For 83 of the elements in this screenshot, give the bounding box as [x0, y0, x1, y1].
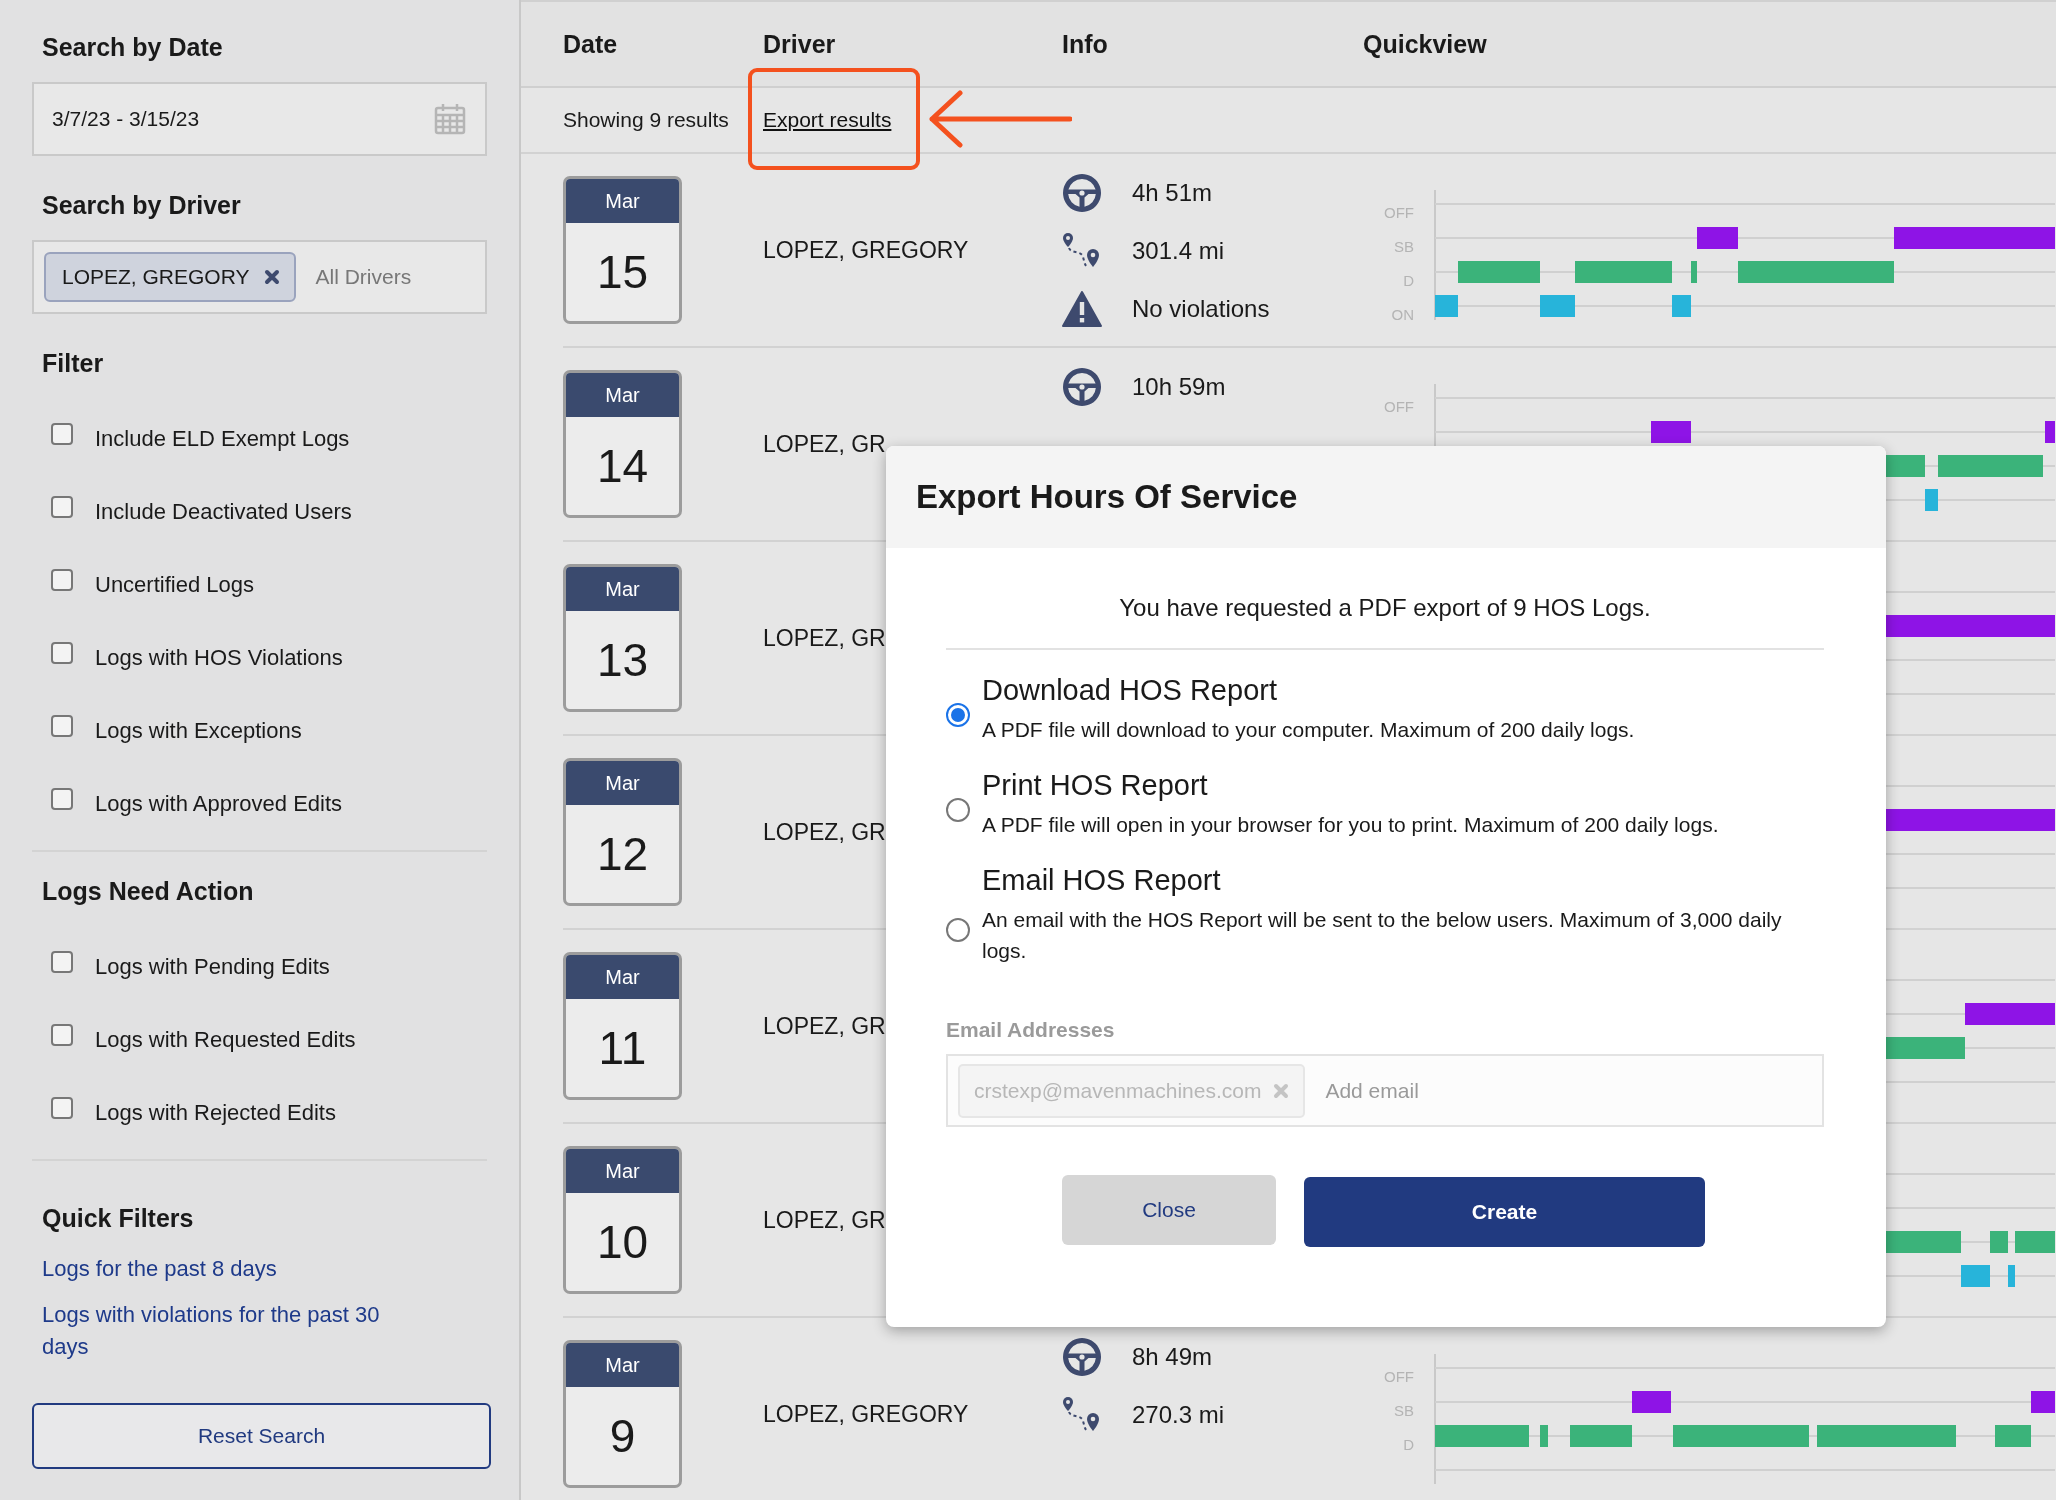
driver-name: LOPEZ, GREGORY — [763, 1400, 969, 1427]
month-label: Mar — [566, 1149, 679, 1193]
quick-filter-link[interactable]: Logs for the past 8 days — [42, 1253, 422, 1285]
day-number: 12 — [595, 827, 650, 882]
close-button[interactable]: Close — [1062, 1175, 1276, 1245]
driver-name: LOPEZ, GR — [763, 624, 886, 651]
day-number: 9 — [608, 1409, 637, 1464]
month-label: Mar — [566, 179, 679, 223]
section-heading: Quick Filters — [42, 1203, 195, 1234]
column-header: Info — [1062, 29, 1109, 59]
driver-name: LOPEZ, GR — [763, 430, 886, 457]
day-number: 13 — [595, 633, 650, 688]
checkbox-label[interactable]: Logs with Pending Edits — [95, 953, 330, 980]
checkbox[interactable] — [51, 1023, 73, 1046]
checkbox[interactable] — [51, 1096, 73, 1119]
checkbox[interactable] — [51, 568, 73, 591]
checkbox[interactable] — [51, 495, 73, 518]
radio-button[interactable] — [946, 918, 970, 942]
distance: 301.4 mi — [1132, 237, 1225, 265]
driver-chip[interactable]: LOPEZ, GREGORY — [44, 252, 296, 302]
column-header: Quickview — [1363, 29, 1488, 59]
radio-button[interactable] — [946, 798, 970, 822]
checkbox[interactable] — [51, 422, 73, 445]
distance: 270.3 mi — [1132, 1401, 1225, 1429]
checkbox-label[interactable]: Uncertified Logs — [95, 571, 254, 598]
checkbox-label[interactable]: Logs with HOS Violations — [95, 644, 343, 671]
violations-status: No violations — [1132, 295, 1270, 323]
checkbox-label[interactable]: Logs with Rejected Edits — [95, 1099, 336, 1126]
month-label: Mar — [566, 567, 679, 611]
remove-icon[interactable] — [263, 269, 280, 285]
drive-time: 8h 49m — [1132, 1343, 1213, 1371]
driver-name: LOPEZ, GR — [763, 818, 886, 845]
section-heading: Filter — [42, 348, 105, 379]
driver-name: LOPEZ, GR — [763, 1012, 886, 1039]
quick-filter-link[interactable]: Logs with violations for the past 30 days — [42, 1299, 422, 1363]
day-number: 11 — [597, 1021, 648, 1076]
checkbox-label[interactable]: Include ELD Exempt Logs — [95, 425, 350, 452]
drive-time: 4h 51m — [1132, 179, 1213, 207]
dialog-title: Export Hours Of Service — [916, 478, 1298, 516]
placeholder-text: Add email — [1325, 1078, 1419, 1103]
steering-wheel-icon — [1062, 1337, 1102, 1377]
checkbox-label[interactable]: Logs with Requested Edits — [95, 1026, 356, 1053]
create-button[interactable]: Create — [1304, 1177, 1705, 1247]
checkbox[interactable] — [51, 787, 73, 810]
driver-name: LOPEZ, GR — [763, 1206, 886, 1233]
column-header: Date — [563, 29, 619, 59]
option-title[interactable]: Email HOS Report — [982, 862, 1824, 898]
checkbox-label[interactable]: Include Deactivated Users — [95, 498, 352, 525]
option-title[interactable]: Print HOS Report — [982, 767, 1719, 803]
export-summary: You have requested a PDF export of 9 HOS Logs. — [946, 594, 1824, 650]
result-count: Showing 9 results — [563, 108, 730, 132]
date-range-field[interactable]: 3/7/23 - 3/15/23 — [32, 82, 487, 156]
month-label: Mar — [566, 761, 679, 805]
checkbox[interactable] — [51, 641, 73, 664]
steering-wheel-icon — [1062, 367, 1102, 407]
warning-icon — [1062, 291, 1102, 327]
checkbox[interactable] — [51, 714, 73, 737]
placeholder-text: All Drivers — [315, 265, 412, 289]
section-heading: Logs Need Action — [42, 876, 255, 907]
driver-field[interactable]: LOPEZ, GREGORY All Drivers — [32, 240, 487, 314]
drive-time: 10h 59m — [1132, 373, 1226, 401]
column-header: Driver — [763, 29, 837, 59]
export-results-link[interactable]: Export results — [763, 108, 892, 132]
checkbox-label[interactable]: Logs with Exceptions — [95, 717, 302, 744]
month-label: Mar — [566, 373, 679, 417]
field-label: Email Addresses — [946, 1018, 1116, 1042]
option-description: An email with the HOS Report will be sent to the below users. Maximum of 3,000 daily logs. — [982, 907, 1783, 964]
reset-search-button[interactable]: Reset Search — [32, 1403, 491, 1469]
section-heading: Search by Driver — [42, 190, 242, 221]
option-description: A PDF file will open in your browser for you to print. Maximum of 200 daily logs. — [982, 812, 1719, 838]
section-heading: Search by Date — [42, 32, 224, 63]
month-label: Mar — [566, 1343, 679, 1387]
steering-wheel-icon — [1062, 173, 1102, 213]
driver-name: LOPEZ, GREGORY — [763, 236, 969, 263]
day-number: 10 — [595, 1215, 650, 1270]
option-title[interactable]: Download HOS Report — [982, 672, 1635, 708]
day-number: 15 — [595, 245, 650, 300]
checkbox[interactable] — [51, 950, 73, 973]
day-number: 14 — [595, 439, 650, 494]
month-label: Mar — [566, 955, 679, 999]
option-description: A PDF file will download to your computer. Maximum of 200 daily logs. — [982, 717, 1635, 743]
radio-button[interactable] — [946, 703, 970, 727]
checkbox-label[interactable]: Logs with Approved Edits — [95, 790, 343, 817]
